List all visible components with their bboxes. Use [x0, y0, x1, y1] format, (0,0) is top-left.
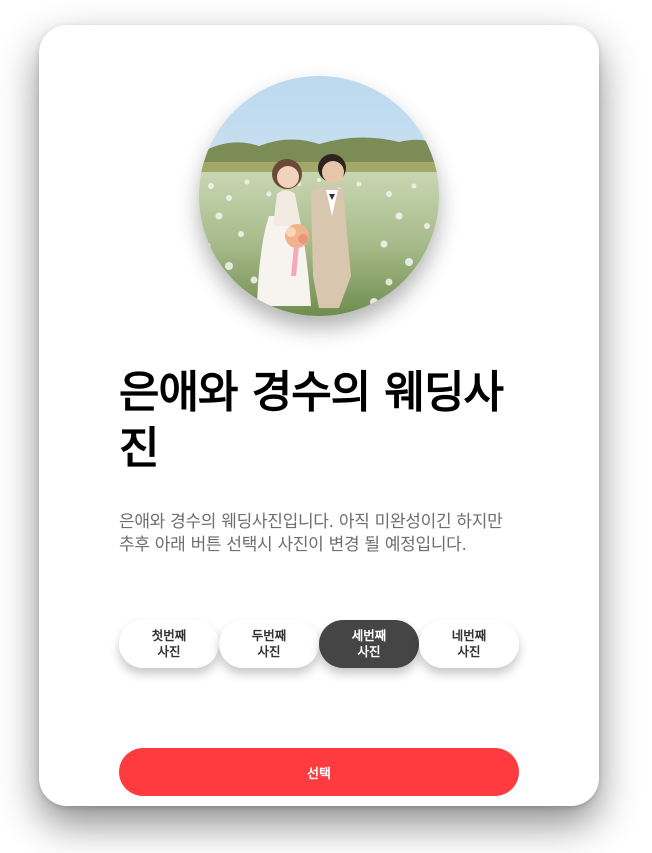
description-text: 은애와 경수의 웨딩사진입니다. 아직 미완성이긴 하지만 추후 아래 버튼 선… [119, 512, 503, 555]
photo-option-3-label: 세번째 사진 [351, 628, 387, 659]
photo-option-4-label: 네번째 사진 [451, 628, 487, 659]
wedding-card: 은애와 경수의 웨딩사진 은애와 경수의 웨딩사진입니다. 아직 미완성이긴 하… [39, 25, 599, 806]
wedding-photo-image [199, 76, 439, 316]
photo-option-group: 첫번째 사진 두번째 사진 세번째 사진 네번째 사진 [119, 620, 519, 668]
photo-option-1-label: 첫번째 사진 [151, 628, 187, 659]
photo-option-4-button[interactable]: 네번째 사진 [419, 620, 519, 668]
photo-option-2-label: 두번째 사진 [251, 628, 287, 659]
wedding-photo [199, 76, 439, 316]
photo-option-3-button[interactable]: 세번째 사진 [319, 620, 419, 668]
photo-option-2-button[interactable]: 두번째 사진 [219, 620, 319, 668]
select-button[interactable]: 선택 [119, 748, 519, 796]
page-title: 은애와 경수의 웨딩사진 [119, 367, 504, 474]
photo-option-1-button[interactable]: 첫번째 사진 [119, 620, 219, 668]
